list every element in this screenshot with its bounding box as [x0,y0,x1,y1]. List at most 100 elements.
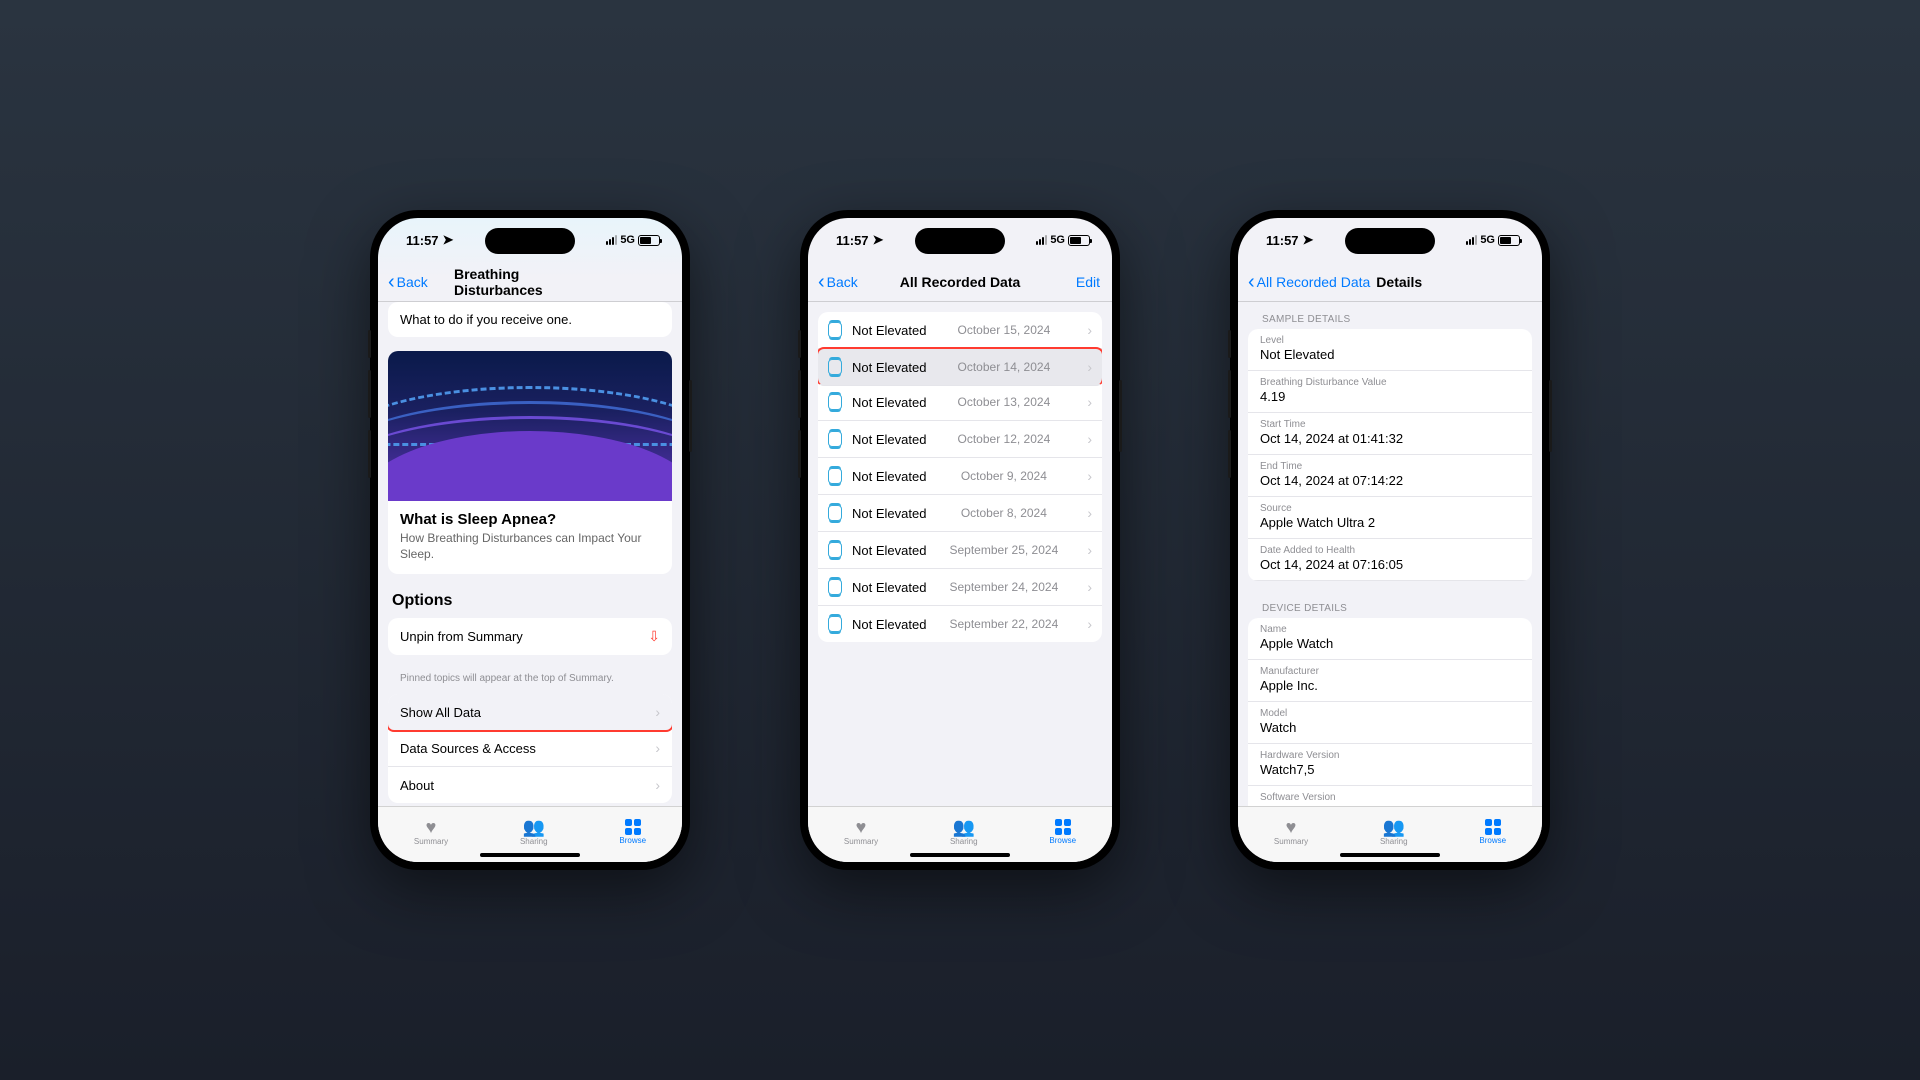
nav-bar: ‹All Recorded Data Details [1238,262,1542,302]
back-button[interactable]: ‹All Recorded Data [1248,272,1370,292]
signal-icon [1466,235,1477,245]
detail-label: Manufacturer [1260,666,1520,677]
grid-icon [625,819,641,835]
pinned-footnote: Pinned topics will appear at the top of … [388,669,672,694]
detail-value: Oct 14, 2024 at 07:14:22 [1260,473,1520,488]
detail-label: Model [1260,708,1520,719]
chevron-left-icon: ‹ [388,272,395,292]
snippet-text: What to do if you receive one. [388,302,672,337]
row-status: Not Elevated [852,432,926,447]
detail-value: Apple Watch [1260,636,1520,651]
watch-icon [828,578,842,596]
data-row-highlighted[interactable]: Not ElevatedOctober 14, 2024› [818,347,1102,386]
show-all-data-row[interactable]: Show All Data › [388,694,672,732]
tab-sharing[interactable]: 👥Sharing [1380,818,1408,846]
watch-icon [828,541,842,559]
chevron-left-icon: ‹ [818,272,825,292]
status-time: 11:57 [836,233,869,248]
watch-icon [828,393,842,411]
article-subtitle: How Breathing Disturbances can Impact Yo… [388,530,672,574]
tab-sharing[interactable]: 👥Sharing [950,818,978,846]
tab-summary[interactable]: ♥Summary [844,818,878,846]
watch-icon [828,615,842,633]
about-row[interactable]: About› [388,767,672,803]
grid-icon [1055,819,1071,835]
tab-label: Browse [1049,836,1076,845]
edit-button[interactable]: Edit [1076,274,1100,290]
data-row[interactable]: Not ElevatedOctober 15, 2024› [818,312,1102,349]
battery-icon [1068,235,1090,246]
data-row[interactable]: Not ElevatedSeptember 22, 2024› [818,606,1102,642]
options-header: Options [388,588,672,618]
back-button[interactable]: ‹Back [818,272,858,292]
data-row[interactable]: Not ElevatedOctober 8, 2024› [818,495,1102,532]
tab-browse[interactable]: Browse [1049,819,1076,845]
tab-summary[interactable]: ♥Summary [1274,818,1308,846]
data-row[interactable]: Not Elevated September 24, 2024 › [818,569,1102,606]
tab-label: Sharing [520,837,548,846]
row-status: Not Elevated [852,543,926,558]
row-status: Not Elevated [852,617,926,632]
data-row[interactable]: Not ElevatedOctober 13, 2024› [818,384,1102,421]
article-card[interactable]: What is Sleep Apnea? How Breathing Distu… [388,351,672,574]
network-label: 5G [1480,234,1495,246]
tab-browse[interactable]: Browse [1479,819,1506,845]
detail-label: Source [1260,503,1520,514]
data-row[interactable]: Not ElevatedOctober 12, 2024› [818,421,1102,458]
detail-label: Level [1260,335,1520,346]
data-sources-row[interactable]: Data Sources & Access› [388,730,672,767]
detail-software: Software Version11.0.1 [1248,786,1532,806]
detail-name: NameApple Watch [1248,618,1532,660]
row-date: September 24, 2024 [950,580,1059,594]
show-all-label: Show All Data [400,705,481,720]
chevron-right-icon: › [655,740,660,756]
unpin-label: Unpin from Summary [400,629,523,644]
tab-browse[interactable]: Browse [619,819,646,845]
chevron-right-icon: › [655,704,660,720]
data-row[interactable]: Not ElevatedSeptember 25, 2024› [818,532,1102,569]
detail-model: ModelWatch [1248,702,1532,744]
data-row[interactable]: Not ElevatedOctober 9, 2024› [818,458,1102,495]
detail-label: Start Time [1260,419,1520,430]
unpin-row[interactable]: Unpin from Summary⇩ [388,618,672,655]
row-status: Not Elevated [852,506,926,521]
phone-details: 11:57➤ 5G ‹All Recorded Data Details SAM… [1230,210,1550,870]
home-indicator[interactable] [1340,853,1440,857]
page-title: Details [1376,274,1422,290]
location-icon: ➤ [443,232,454,248]
chevron-right-icon: › [655,777,660,793]
detail-value: Watch7,5 [1260,762,1520,777]
chevron-right-icon: › [1087,579,1092,595]
tab-label: Browse [619,836,646,845]
network-label: 5G [1050,234,1065,246]
tab-label: Browse [1479,836,1506,845]
detail-start: Start TimeOct 14, 2024 at 01:41:32 [1248,413,1532,455]
heart-icon: ♥ [1286,818,1297,836]
detail-value: Oct 14, 2024 at 01:41:32 [1260,431,1520,446]
row-date: October 9, 2024 [961,469,1047,483]
article-title: What is Sleep Apnea? [388,501,672,530]
row-date: September 22, 2024 [950,617,1059,631]
row-status: Not Elevated [852,323,926,338]
row-date: October 14, 2024 [958,360,1051,374]
article-image [388,351,672,501]
watch-icon [828,467,842,485]
detail-label: Breathing Disturbance Value [1260,377,1520,388]
heart-icon: ♥ [426,818,437,836]
heart-icon: ♥ [856,818,867,836]
home-indicator[interactable] [910,853,1010,857]
chevron-right-icon: › [1087,322,1092,338]
home-indicator[interactable] [480,853,580,857]
tab-label: Sharing [950,837,978,846]
row-status: Not Elevated [852,580,926,595]
tab-sharing[interactable]: 👥Sharing [520,818,548,846]
page-title: Breathing Disturbances [454,266,606,298]
back-button[interactable]: ‹Back [388,272,428,292]
signal-icon [1036,235,1047,245]
back-label: Back [827,274,858,290]
tab-summary[interactable]: ♥Summary [414,818,448,846]
signal-icon [606,235,617,245]
detail-value: Apple Inc. [1260,678,1520,693]
detail-label: Software Version [1260,792,1520,803]
dynamic-island [485,228,575,254]
